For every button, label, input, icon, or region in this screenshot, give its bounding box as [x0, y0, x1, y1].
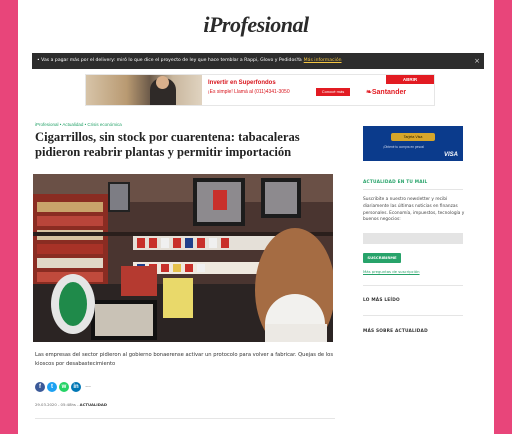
visa-ad[interactable]: Tarjeta Visa ¡Obtené tu compra en pesos!…: [363, 126, 463, 161]
article-section[interactable]: ACTUALIDAD: [80, 402, 107, 407]
article-summary: Las empresas del sector pidieron al gobi…: [35, 352, 334, 367]
ad-open-button[interactable]: ABRIR: [386, 75, 434, 84]
divider: [35, 418, 335, 419]
twitter-icon[interactable]: t: [47, 381, 57, 392]
newsletter-description: Suscribite a nuestro newsletter y recibí…: [363, 197, 465, 223]
more-share-button[interactable]: ...: [83, 382, 93, 392]
facebook-icon[interactable]: f: [35, 381, 45, 392]
hero-image: [33, 174, 333, 342]
ad-headline: Invertir en Superfondos: [208, 80, 276, 86]
sidebar-divider: [363, 285, 463, 286]
page-frame: iProfesional • Vas a pagar más por el de…: [18, 0, 494, 434]
ad-photo: [86, 75, 202, 105]
close-icon[interactable]: ×: [474, 53, 480, 69]
site-logo[interactable]: iProfesional: [18, 12, 494, 38]
whatsapp-icon[interactable]: w: [59, 381, 69, 392]
linkedin-icon[interactable]: in: [71, 381, 81, 392]
alert-bar: • Vas a pagar más por el delivery: miró …: [32, 53, 484, 69]
alert-text: • Vas a pagar más por el delivery: miró …: [37, 58, 302, 63]
sidebar-divider: [363, 189, 463, 190]
article-title: Cigarrillos, sin stock por cuarentena: t…: [35, 130, 300, 159]
ad-brand: ❧Santander: [366, 88, 406, 96]
visa-card-chip: Tarjeta Visa: [391, 133, 435, 141]
breadcrumb[interactable]: iProfesional • Actualidad • Crisis econó…: [35, 122, 122, 127]
ad-banner[interactable]: Invertir en Superfondos ¡Es simple! Llam…: [85, 74, 435, 106]
ad-cta-button[interactable]: Conocé más: [316, 88, 350, 96]
sidebar-divider: [363, 315, 463, 316]
article-meta: 29.03.2020 - 05:48hs - ACTUALIDAD: [35, 402, 107, 407]
kiosk-photo: [33, 174, 333, 342]
share-bar: f t w in ...: [35, 381, 93, 392]
article-date: 29.03.2020: [35, 402, 57, 407]
ad-subline: ¡Es simple! Llamá al (011)4341-3050: [208, 89, 290, 95]
most-read-heading: LO MÁS LEÍDO: [363, 298, 400, 303]
visa-card-subtitle: ¡Obtené tu compra en pesos!: [383, 145, 425, 149]
article-time: 05:48hs: [60, 402, 76, 407]
newsletter-help-link[interactable]: Más preguntas de suscripción: [363, 269, 420, 274]
ad-person-head: [156, 76, 169, 89]
newsletter-heading: ACTUALIDAD EN TU MAIL: [363, 180, 428, 185]
ad-brand-name: Santander: [371, 89, 407, 96]
subscribe-button[interactable]: SUSCRIBIRME: [363, 253, 401, 263]
newsletter-email-input[interactable]: [363, 233, 463, 244]
alert-link[interactable]: Más información: [304, 58, 342, 63]
more-news-heading: MÁS SOBRE ACTUALIDAD: [363, 329, 428, 334]
visa-logo: VISA: [443, 152, 458, 158]
